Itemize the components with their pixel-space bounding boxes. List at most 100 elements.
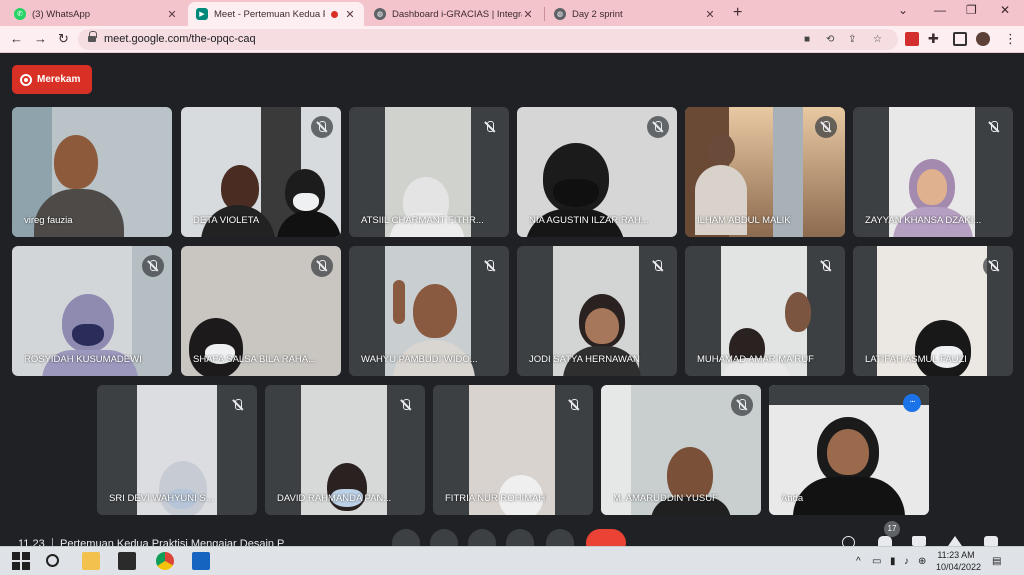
participant-tile[interactable]: SRI DEVI WAHYUNI S... [97,385,257,515]
participant-tile[interactable]: FITRIA NUR ROHIMAH [433,385,593,515]
battery-icon[interactable]: ▮ [890,556,896,567]
tray-chevron-icon[interactable]: ^ [856,556,861,567]
participant-name: ROSYIDAH KUSUMADEWI [24,354,142,365]
search-icon[interactable] [46,554,59,567]
tab-separator [544,7,545,21]
notifications-icon[interactable]: ▤ [992,556,1001,567]
mic-muted-icon [395,394,417,416]
participant-tile[interactable]: SHAFA SALSA BILA RAHA... [181,246,341,376]
file-explorer-icon[interactable] [82,552,100,570]
people-icon[interactable] [878,536,892,546]
windows-taskbar: ^ ▭ ▮ ♪ ⊕ 11:23 AM 10/04/2022 ▤ [0,546,1024,575]
mic-muted-icon [311,116,333,138]
mic-muted-icon [647,255,669,277]
mic-muted-icon [142,255,164,277]
participant-tile[interactable]: vireg fauzia [12,107,172,237]
activities-icon[interactable] [948,536,962,546]
mic-muted-icon [227,394,249,416]
participant-tile[interactable]: NIA AGUSTIN ILZAR RAH... [517,107,677,237]
participant-tile[interactable]: LATIFAH ASMUL FAUZI [853,246,1013,376]
participant-name: DAVID RAHMANDA PAN... [277,493,392,504]
participant-name: WAHYU PAMBUDI WIDO... [361,354,478,365]
menu-kebab-icon[interactable]: ⋮ [1004,31,1017,47]
camera-in-use-icon[interactable]: ■ [804,34,810,45]
participant-tile[interactable]: ILHAM ABDUL MALIK [685,107,845,237]
tab-search-chevron-icon[interactable]: ⌄ [898,3,908,17]
system-clock[interactable]: 11:23 AM 10/04/2022 [936,549,982,573]
reload-icon[interactable]: ↻ [58,31,69,47]
more-options-icon[interactable]: ... [903,394,921,412]
network-icon[interactable]: ▭ [872,556,881,567]
participant-name: ILHAM ABDUL MALIK [697,215,791,226]
address-bar[interactable]: meet.google.com/the-opqc-caq ■ ⟲ ⇪ ☆ [78,29,898,50]
mic-muted-icon [983,255,1005,277]
tab-whatsapp[interactable]: ✆ (3) WhatsApp ✕ [6,2,186,26]
participant-name: ATSIIL CHARMANT FITHR... [361,215,484,226]
participant-name: JODI SATYA HERNAWAN [529,354,640,365]
mic-muted-icon [479,116,501,138]
photos-icon[interactable] [192,552,210,570]
extensions-puzzle-icon[interactable]: ✚ [928,31,939,47]
mic-muted-icon [479,255,501,277]
participant-name: SRI DEVI WAHYUNI S... [109,493,214,504]
participant-name: DETA VIOLETA [193,215,260,226]
restore-icon[interactable]: ❐ [966,3,977,17]
self-view-tile[interactable]: ... Anda [769,385,929,515]
profile-avatar[interactable] [976,32,990,46]
recording-indicator-icon [331,10,338,18]
participant-name: LATIFAH ASMUL FAUZI [865,354,967,365]
tab-title: (3) WhatsApp [32,8,91,20]
participant-count-badge: 17 [884,521,900,537]
globe-icon: ◍ [374,8,386,20]
participant-tile[interactable]: DETA VIOLETA [181,107,341,237]
volume-icon[interactable]: ♪ [904,556,909,567]
share-icon[interactable]: ⇪ [848,34,856,45]
url-text[interactable]: meet.google.com/the-opqc-caq [104,33,256,45]
tab-day2-sprint[interactable]: ◍ Day 2 sprint ✕ [546,2,724,26]
participant-name: Anda [781,493,804,504]
app-icon[interactable] [118,552,136,570]
participant-tile[interactable]: M. AMARUDDIN YUSUF [601,385,761,515]
back-arrow-icon[interactable]: ← [10,31,23,46]
close-icon[interactable]: ✕ [704,8,716,21]
minimize-icon[interactable]: — [934,3,946,17]
participant-tile[interactable]: ZAYYAN KHANSA DZAKI... [853,107,1013,237]
system-date: 10/04/2022 [936,562,982,572]
participant-tile[interactable]: ROSYIDAH KUSUMADEWI [12,246,172,376]
close-window-icon[interactable]: ✕ [1000,3,1010,17]
chrome-icon[interactable] [156,552,174,570]
tab-dashboard[interactable]: ◍ Dashboard i-GRACIAS | Integrate ✕ [366,2,542,26]
participant-tile[interactable]: JODI SATYA HERNAWAN [517,246,677,376]
recording-label: Merekam [37,74,81,85]
recording-button[interactable]: Merekam [12,65,92,94]
participant-tile[interactable]: MUHAMAD AMAR MA'RUF [685,246,845,376]
new-tab-plus-icon[interactable]: + [733,4,742,22]
globe-icon: ◍ [554,8,566,20]
close-icon[interactable]: ✕ [166,8,178,21]
tab-title: Day 2 sprint [572,8,623,20]
lock-icon [88,31,97,43]
mic-muted-icon [311,255,333,277]
close-icon[interactable]: ✕ [344,8,356,21]
participant-name: SHAFA SALSA BILA RAHA... [193,354,317,365]
translate-icon[interactable]: ⟲ [826,34,834,45]
participant-tile[interactable]: WAHYU PAMBUDI WIDO... [349,246,509,376]
host-controls-lock-icon[interactable] [984,536,998,546]
side-panel-icon[interactable] [953,32,967,46]
mic-muted-icon [563,394,585,416]
participant-name: NIA AGUSTIN ILZAR RAH... [529,215,649,226]
close-icon[interactable]: ✕ [522,8,534,21]
windows-start-icon[interactable] [12,552,30,570]
bookmark-star-icon[interactable]: ☆ [873,34,882,45]
language-icon[interactable]: ⊕ [918,556,926,567]
tab-title: Dashboard i-GRACIAS | Integrate [392,8,522,20]
forward-arrow-icon[interactable]: → [34,31,47,46]
chat-icon[interactable] [912,536,926,546]
participant-tile[interactable]: DAVID RAHMANDA PAN... [265,385,425,515]
whatsapp-icon: ✆ [14,8,26,20]
participant-name: MUHAMAD AMAR MA'RUF [697,354,814,365]
tab-title: Meet - Pertemuan Kedua P [214,8,325,20]
participant-tile[interactable]: ATSIIL CHARMANT FITHR... [349,107,509,237]
tab-meet[interactable]: ▶ Meet - Pertemuan Kedua P ✕ [188,2,364,26]
extension-red-icon[interactable] [905,32,919,46]
